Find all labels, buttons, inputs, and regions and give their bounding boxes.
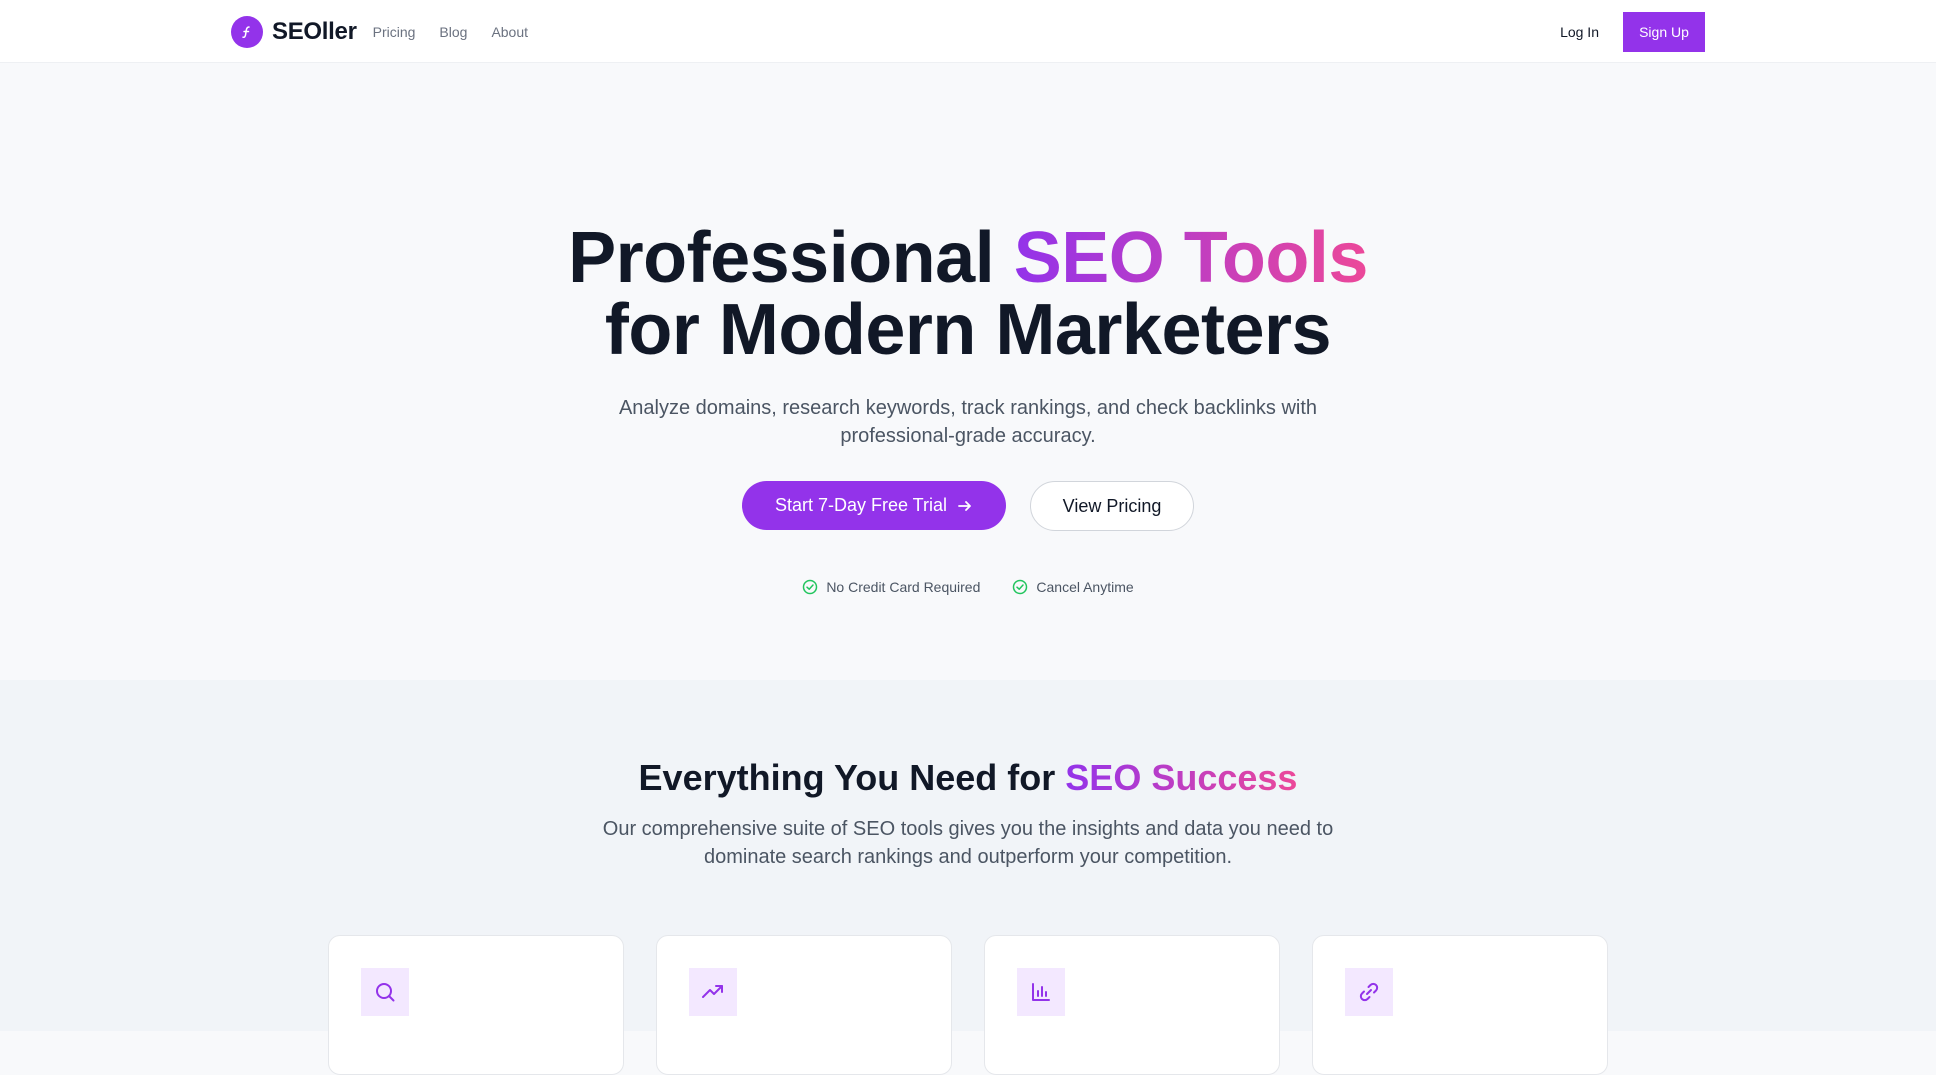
badge-label: No Credit Card Required bbox=[826, 579, 981, 595]
hero-title-highlight: SEO Tools bbox=[1013, 218, 1369, 298]
view-pricing-button[interactable]: View Pricing bbox=[1030, 481, 1194, 531]
check-circle-icon bbox=[803, 579, 818, 595]
hero-buttons: Start 7-Day Free Trial View Pricing bbox=[0, 481, 1936, 531]
feature-card-rank-tracking bbox=[656, 935, 952, 1075]
start-trial-button[interactable]: Start 7-Day Free Trial bbox=[742, 481, 1006, 530]
nav-link-about[interactable]: About bbox=[491, 24, 528, 40]
hero-title-part2: for Modern Marketers bbox=[604, 290, 1332, 370]
badge-cancel-anytime: Cancel Anytime bbox=[1012, 579, 1134, 595]
features-title-highlight: SEO Success bbox=[1065, 757, 1298, 798]
arrow-right-icon bbox=[958, 500, 971, 511]
hero-badges: No Credit Card Required Cancel Anytime bbox=[0, 579, 1936, 595]
trending-up-icon bbox=[689, 968, 737, 1016]
feature-card-domain-analysis bbox=[328, 935, 624, 1075]
nav-links: Pricing Blog About bbox=[373, 24, 528, 40]
hero-subtitle: Analyze domains, research keywords, trac… bbox=[618, 397, 1318, 447]
feature-card-keyword-research bbox=[984, 935, 1280, 1075]
features-section: Everything You Need for SEO Success Our … bbox=[0, 680, 1936, 1075]
link-icon bbox=[1345, 968, 1393, 1016]
navbar-inner: SEOller Pricing Blog About Log In Sign U… bbox=[231, 0, 1705, 63]
badge-label: Cancel Anytime bbox=[1036, 579, 1134, 595]
hero-section: Professional SEO Tools for Modern Market… bbox=[0, 64, 1936, 680]
search-icon bbox=[361, 968, 409, 1016]
badge-no-credit-card: No Credit Card Required bbox=[802, 579, 980, 595]
features-title: Everything You Need for SEO Success bbox=[0, 756, 1936, 800]
hero-title-part1: Professional bbox=[568, 218, 1014, 298]
nav-link-blog[interactable]: Blog bbox=[439, 24, 467, 40]
feature-card-backlinks bbox=[1312, 935, 1608, 1075]
brand-logo-icon bbox=[231, 15, 263, 48]
signup-button[interactable]: Sign Up bbox=[1623, 11, 1705, 52]
hero-title: Professional SEO Tools for Modern Market… bbox=[0, 222, 1936, 366]
features-title-part1: Everything You Need for bbox=[638, 757, 1066, 798]
nav-link-pricing[interactable]: Pricing bbox=[373, 24, 416, 40]
check-circle-icon bbox=[1013, 579, 1028, 595]
feature-cards bbox=[328, 935, 1608, 1075]
start-trial-label: Start 7-Day Free Trial bbox=[774, 495, 948, 515]
navbar-left: SEOller Pricing Blog About bbox=[231, 15, 528, 48]
brand-name: SEOller bbox=[272, 17, 357, 45]
navbar-right: Log In Sign Up bbox=[1560, 11, 1705, 52]
login-link[interactable]: Log In bbox=[1560, 24, 1599, 40]
top-navbar: SEOller Pricing Blog About Log In Sign U… bbox=[0, 0, 1936, 63]
brand-link[interactable]: SEOller bbox=[231, 15, 357, 48]
features-subtitle: Our comprehensive suite of SEO tools giv… bbox=[602, 818, 1334, 868]
bar-chart-icon bbox=[1017, 968, 1065, 1016]
